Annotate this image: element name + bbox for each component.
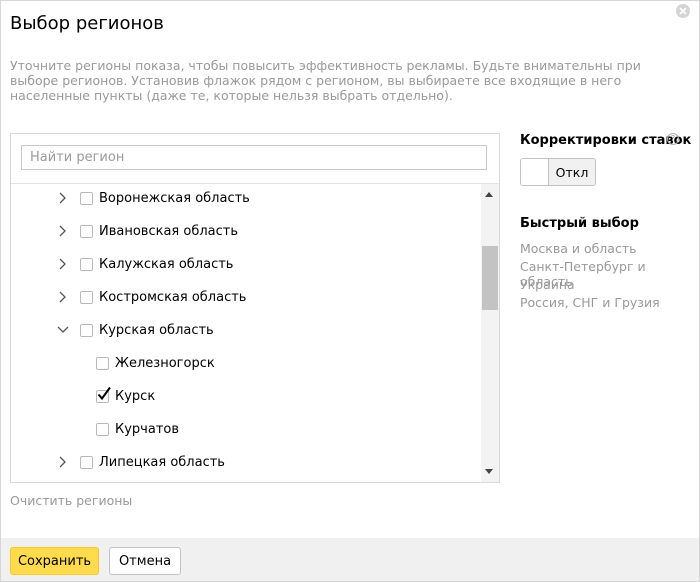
tree-item[interactable]: Калужская область xyxy=(56,253,233,275)
dialog-footer: Сохранить Отмена xyxy=(1,538,699,581)
clear-regions-link[interactable]: Очистить регионы xyxy=(10,493,132,508)
tree-item[interactable]: Курск xyxy=(96,385,155,407)
tree-item-label: Костромская область xyxy=(99,289,247,305)
region-checkbox[interactable] xyxy=(80,323,93,337)
tree-item[interactable]: Курчатов xyxy=(96,418,179,440)
region-checkbox[interactable] xyxy=(80,224,93,238)
bid-adjustments-title: Корректировки ставок xyxy=(520,133,692,148)
cancel-button[interactable]: Отмена xyxy=(109,547,181,575)
scroll-up-icon[interactable] xyxy=(485,192,493,197)
quick-select-item[interactable]: Москва и область xyxy=(520,241,636,256)
quick-select-item[interactable]: Россия, СНГ и Грузия xyxy=(520,295,660,310)
tree-item-label: Воронежская область xyxy=(99,190,250,206)
tree-item-label: Калужская область xyxy=(99,256,234,272)
region-checkbox[interactable] xyxy=(80,455,93,469)
chevron-right-icon[interactable] xyxy=(56,191,70,205)
region-selection-dialog: Выбор регионов Уточните регионы показа, … xyxy=(0,0,700,582)
tree-item-label: Липецкая область xyxy=(99,454,225,470)
scrollbar-thumb[interactable] xyxy=(482,246,498,310)
tree-item[interactable]: Железногорск xyxy=(96,352,215,374)
region-checkbox[interactable] xyxy=(80,290,93,304)
help-icon[interactable]: ? xyxy=(667,133,679,145)
tree-item[interactable]: Курская область xyxy=(56,319,214,341)
tree-item-label: Курчатов xyxy=(115,421,180,437)
quick-select-item[interactable]: Украина xyxy=(520,277,575,292)
checkmark-icon xyxy=(97,386,111,400)
region-checkbox[interactable] xyxy=(80,191,93,205)
tree-item[interactable]: Липецкая область xyxy=(56,451,225,473)
chevron-down-icon[interactable] xyxy=(56,323,70,337)
tree-item[interactable]: Костромская область xyxy=(56,286,246,308)
toggle-off-label[interactable]: Откл xyxy=(549,159,595,185)
toggle-knob[interactable] xyxy=(521,159,549,185)
region-checkbox[interactable] xyxy=(96,422,109,436)
scroll-down-icon[interactable] xyxy=(485,469,493,474)
search-input[interactable] xyxy=(21,145,487,170)
save-button[interactable]: Сохранить xyxy=(10,547,99,575)
tree-item-label: Ивановская область xyxy=(99,223,239,239)
region-tree-panel: Воронежская область Ивановская область К… xyxy=(10,133,500,483)
tree-item-label: Курск xyxy=(115,388,156,404)
region-checkbox[interactable] xyxy=(80,257,93,271)
chevron-right-icon[interactable] xyxy=(56,257,70,271)
dialog-description: Уточните регионы показа, чтобы повысить … xyxy=(10,58,641,103)
dialog-title: Выбор регионов xyxy=(10,13,164,34)
chevron-right-icon[interactable] xyxy=(56,224,70,238)
chevron-right-icon[interactable] xyxy=(56,455,70,469)
chevron-right-icon[interactable] xyxy=(56,290,70,304)
region-checkbox[interactable] xyxy=(96,356,109,370)
tree-item[interactable]: Ивановская область xyxy=(56,220,238,242)
region-tree: Воронежская область Ивановская область К… xyxy=(11,184,481,482)
quick-select-title: Быстрый выбор xyxy=(520,216,639,231)
scrollbar[interactable] xyxy=(481,184,499,482)
tree-item-label: Железногорск xyxy=(115,355,215,371)
tree-item[interactable]: Воронежская область xyxy=(56,187,250,209)
tree-item-label: Курская область xyxy=(99,322,214,338)
region-checkbox-checked[interactable] xyxy=(96,386,111,403)
bid-adjustments-toggle[interactable]: Откл xyxy=(520,158,596,186)
close-icon[interactable] xyxy=(676,4,690,18)
